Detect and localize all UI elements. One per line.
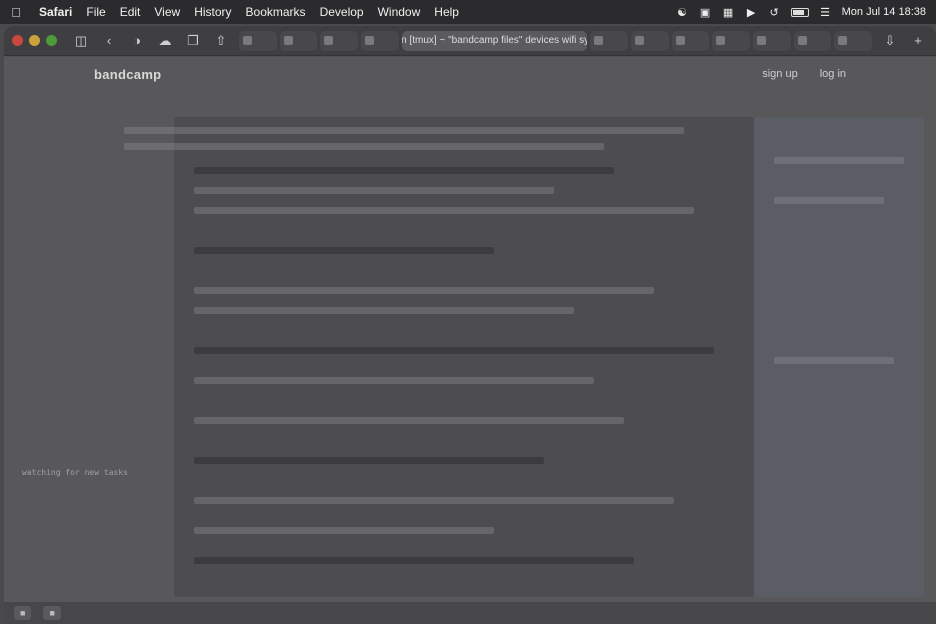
tab-overview-icon[interactable]: ❐ [183,32,203,50]
text-line [194,287,654,294]
safari-window: ◫ ‹ ◑ ☁ ❐ ⇧ [bash] main [tmux] ~ "bandca… [4,26,936,624]
apple-icon[interactable]:  [0,5,32,20]
tab[interactable] [671,30,710,51]
favicon-icon [324,36,334,45]
share-icon[interactable]: ⇧ [211,32,231,50]
tab[interactable] [590,30,629,51]
tab[interactable] [279,30,318,51]
app-status-icon[interactable]: ▣ [699,6,712,19]
extension-icon[interactable]: ▦ [722,6,735,19]
menubar-clock[interactable]: Mon Jul 14 18:38 [842,6,926,18]
zoom-window-button[interactable] [46,35,57,46]
tab[interactable] [834,30,872,51]
status-area: ☯ ▣ ▦ ▶ ↺ ☰ Mon Jul 14 18:38 [676,6,936,19]
bottom-tab[interactable]: ■ [14,606,32,620]
tab[interactable] [793,30,832,51]
menu-help[interactable]: Help [427,5,466,19]
menu-develop[interactable]: Develop [313,5,371,19]
accessibility-icon[interactable]: ☯ [676,6,689,19]
sign-up-link[interactable]: sign up [762,68,797,80]
text-line [194,457,544,464]
page-bottom-bar: ■ ■ [4,602,936,624]
text-line [194,187,554,194]
site-logo[interactable]: bandcamp [94,67,161,82]
text-line [774,357,894,364]
menu-app-safari[interactable]: Safari [32,5,79,19]
new-tab-icon[interactable]: + [908,32,928,50]
download-icon[interactable]: ⇩ [880,32,900,50]
favicon-icon [364,36,374,45]
window-controls [12,35,57,46]
text-line [194,417,624,424]
text-line [774,197,884,204]
text-line [194,307,574,314]
favicon-icon [283,36,293,45]
tab[interactable] [631,30,669,51]
text-line [194,497,674,504]
browser-toolbar: ◫ ‹ ◑ ☁ ❐ ⇧ [bash] main [tmux] ~ "bandca… [4,26,936,56]
menu-bookmarks[interactable]: Bookmarks [239,5,313,19]
header-links: sign up log in [762,68,846,80]
favicon-icon [757,36,766,45]
time-machine-icon[interactable]: ↺ [768,6,781,19]
favicon-icon [594,36,604,45]
text-line [194,557,634,564]
menu-edit[interactable]: Edit [113,5,148,19]
text-line [774,157,904,164]
text-line [124,127,684,134]
close-window-button[interactable] [12,35,23,46]
text-line [194,207,694,214]
menu-window[interactable]: Window [371,5,428,19]
terminal-watching-line: watching for new tasks [22,468,128,477]
text-line [194,167,614,174]
active-tab-title: [bash] main [tmux] ~ "bandcamp files" de… [401,35,588,46]
menu-history[interactable]: History [187,5,238,19]
text-line [194,527,494,534]
text-line [194,347,714,354]
favicon-icon [675,36,685,45]
text-line [194,247,494,254]
tab[interactable] [239,30,277,51]
play-icon[interactable]: ▶ [745,6,758,19]
tab[interactable] [360,30,399,51]
menu-bar:  Safari File Edit View History Bookmark… [0,0,936,24]
tab[interactable] [320,30,358,51]
favicon-icon [797,36,807,45]
tab[interactable] [712,30,750,51]
text-line [194,377,594,384]
minimize-window-button[interactable] [29,35,40,46]
favicon-icon [716,36,726,45]
battery-icon[interactable] [790,7,809,17]
web-page: bandcamp sign up log in watching for new… [4,57,936,624]
bottom-tab[interactable]: ■ [43,606,61,620]
tab-active[interactable]: [bash] main [tmux] ~ "bandcamp files" de… [401,30,588,51]
text-line [124,143,604,150]
back-icon[interactable]: ‹ [99,32,119,50]
site-header: bandcamp sign up log in [4,57,936,91]
menu-view[interactable]: View [147,5,187,19]
control-center-icon[interactable]: ☰ [819,6,832,19]
tab-strip: [bash] main [tmux] ~ "bandcamp files" de… [239,30,872,52]
favicon-icon [635,36,645,45]
shield-icon[interactable]: ◑ [127,32,147,50]
cloud-icon[interactable]: ☁ [155,32,175,50]
sidebar-toggle-icon[interactable]: ◫ [71,32,91,50]
menu-file[interactable]: File [79,5,112,19]
tab[interactable] [753,30,791,51]
log-in-link[interactable]: log in [820,68,846,80]
favicon-icon [838,36,848,45]
favicon-icon [243,36,252,45]
